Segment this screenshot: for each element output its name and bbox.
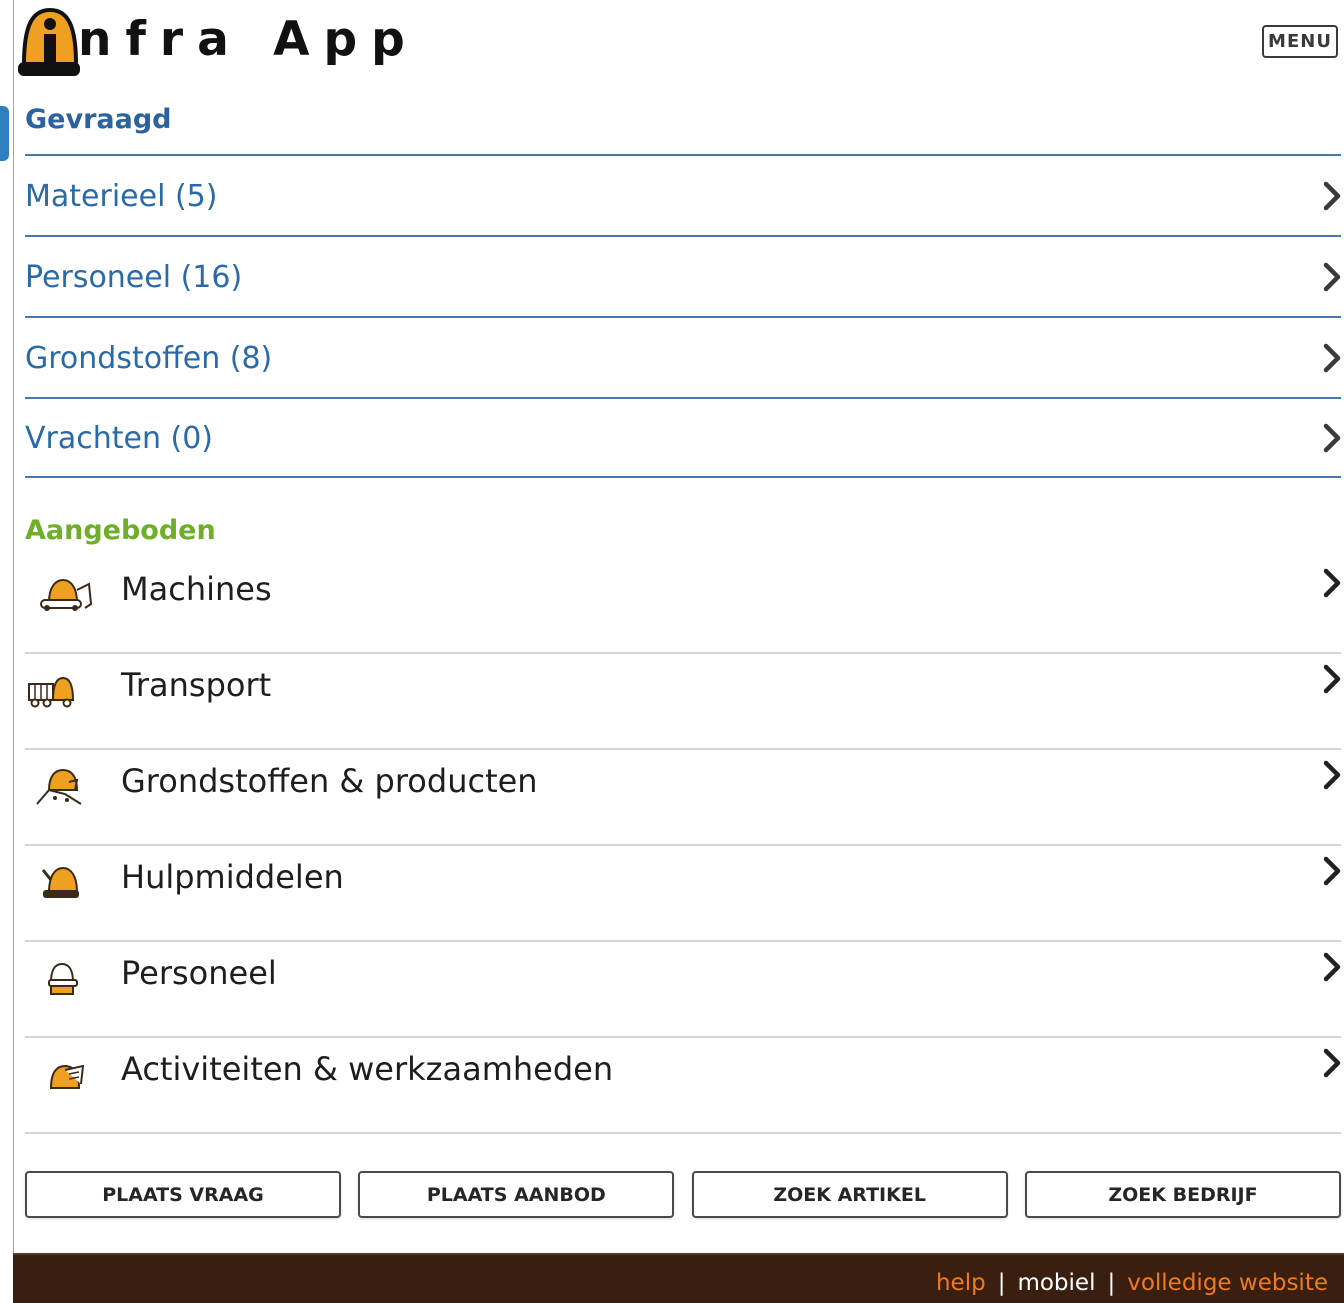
chevron-right-icon: [1323, 262, 1341, 292]
list-item-label: Grondstoffen & producten: [121, 762, 538, 800]
list-item-vrachten[interactable]: Vrachten (0): [25, 397, 1341, 478]
left-border: [13, 0, 14, 1303]
footer-links: help | mobiel | volledige website: [936, 1270, 1328, 1296]
action-button-row: PLAATS VRAAG PLAATS AANBOD ZOEK ARTIKEL …: [25, 1171, 1341, 1218]
zoek-bedrijf-button[interactable]: ZOEK BEDRIJF: [1024, 1171, 1341, 1218]
app-logo[interactable]: nfra App: [18, 6, 419, 80]
list-item-label: Transport: [121, 666, 272, 704]
plaats-aanbod-button[interactable]: PLAATS AANBOD: [358, 1171, 675, 1218]
list-item-personeel-aangeboden[interactable]: Personeel: [25, 942, 1341, 1038]
aangeboden-list: Machines Transport Grondstoffen & produc…: [25, 558, 1341, 1134]
list-item-label: Vrachten (0): [25, 421, 214, 456]
activities-icon: [25, 1048, 121, 1096]
list-item-label: Machines: [121, 570, 272, 608]
list-item-hulpmiddelen[interactable]: Hulpmiddelen: [25, 846, 1341, 942]
logo-helmet-icon: [18, 6, 80, 78]
footer-link-volledige-website[interactable]: volledige website: [1127, 1270, 1328, 1296]
list-item-personeel[interactable]: Personeel (16): [25, 235, 1341, 316]
list-item-label: Activiteiten & werkzaamheden: [121, 1050, 614, 1088]
footer-separator: |: [1107, 1270, 1116, 1296]
list-item-label: Personeel: [121, 954, 277, 992]
gevraagd-list: Materieel (5) Personeel (16) Grondstoffe…: [25, 154, 1341, 478]
excavator-icon: [25, 568, 121, 616]
materials-icon: [25, 760, 121, 808]
chevron-right-icon: [1323, 423, 1341, 453]
list-item-label: Hulpmiddelen: [121, 858, 344, 896]
plaats-vraag-button[interactable]: PLAATS VRAAG: [25, 1171, 341, 1218]
list-item-label: Materieel (5): [25, 179, 218, 214]
chevron-right-icon: [1323, 760, 1341, 790]
list-item-grondstoffen[interactable]: Grondstoffen (8): [25, 316, 1341, 397]
chevron-right-icon: [1323, 856, 1341, 886]
worker-icon: [25, 952, 121, 1000]
tools-icon: [25, 856, 121, 904]
truck-icon: [25, 664, 121, 712]
side-tab[interactable]: [0, 106, 9, 161]
footer-link-mobiel[interactable]: mobiel: [1017, 1270, 1095, 1296]
chevron-right-icon: [1323, 181, 1341, 211]
list-item-label: Personeel (16): [25, 260, 243, 295]
header: nfra App MENU: [18, 6, 1338, 86]
chevron-right-icon: [1323, 343, 1341, 373]
list-item-materieel[interactable]: Materieel (5): [25, 154, 1341, 235]
list-item-grondstoffen-producten[interactable]: Grondstoffen & producten: [25, 750, 1341, 846]
zoek-artikel-button[interactable]: ZOEK ARTIKEL: [691, 1171, 1008, 1218]
section-title-aangeboden: Aangeboden: [25, 515, 216, 546]
chevron-right-icon: [1323, 952, 1341, 982]
list-item-transport[interactable]: Transport: [25, 654, 1341, 750]
list-item-activiteiten[interactable]: Activiteiten & werkzaamheden: [25, 1038, 1341, 1134]
footer-separator: |: [997, 1270, 1006, 1296]
footer: help | mobiel | volledige website: [13, 1253, 1344, 1303]
chevron-right-icon: [1323, 568, 1341, 598]
logo-text: nfra App: [78, 12, 419, 67]
list-item-label: Grondstoffen (8): [25, 341, 273, 376]
footer-link-help[interactable]: help: [936, 1270, 986, 1296]
section-title-gevraagd: Gevraagd: [25, 104, 172, 135]
chevron-right-icon: [1323, 1048, 1341, 1078]
list-item-machines[interactable]: Machines: [25, 558, 1341, 654]
chevron-right-icon: [1323, 664, 1341, 694]
menu-button[interactable]: MENU: [1262, 25, 1338, 58]
